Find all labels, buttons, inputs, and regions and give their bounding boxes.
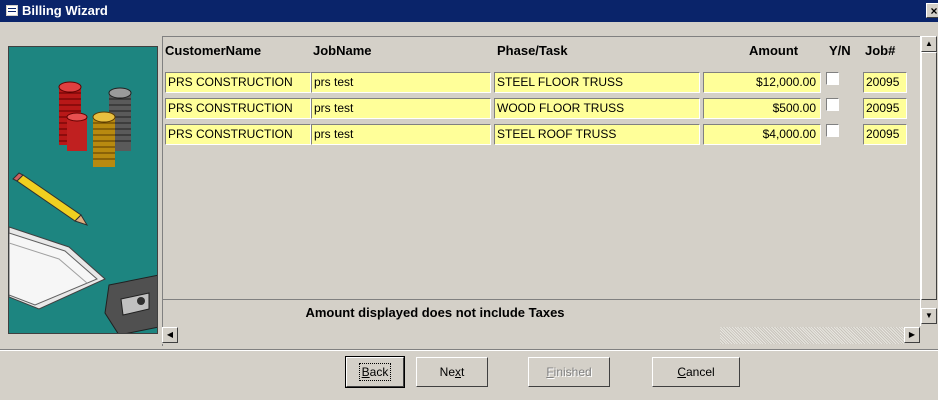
amount-field[interactable]: $12,000.00: [703, 72, 821, 93]
wizard-illustration: [8, 46, 158, 334]
next-button[interactable]: Next: [416, 357, 488, 387]
phase-task-field[interactable]: STEEL ROOF TRUSS: [494, 124, 700, 145]
close-icon[interactable]: ×: [926, 3, 938, 18]
job-name-field[interactable]: prs test: [311, 124, 491, 145]
back-label: Back: [358, 363, 392, 381]
table-row[interactable]: PRS CONSTRUCTION prs test WOOD FLOOR TRU…: [163, 95, 920, 119]
customer-name-field[interactable]: PRS CONSTRUCTION: [165, 72, 311, 93]
pencil-icon: [12, 172, 89, 226]
yn-checkbox[interactable]: [826, 98, 839, 111]
job-number-field[interactable]: 20095: [863, 72, 907, 93]
job-name-field[interactable]: prs test: [311, 98, 491, 119]
customer-name-field[interactable]: PRS CONSTRUCTION: [165, 98, 311, 119]
tax-note: Amount displayed does not include Taxes: [305, 305, 565, 320]
arrow-left-icon[interactable]: ◀: [162, 327, 178, 343]
table-row[interactable]: PRS CONSTRUCTION prs test STEEL ROOF TRU…: [163, 121, 920, 145]
table-row[interactable]: PRS CONSTRUCTION prs test STEEL FLOOR TR…: [163, 69, 920, 93]
back-button[interactable]: Back: [345, 356, 405, 388]
footer-divider: [163, 299, 920, 300]
amount-field[interactable]: $4,000.00: [703, 124, 821, 145]
arrow-up-icon[interactable]: ▲: [921, 36, 937, 52]
billing-grid: CustomerName JobName Phase/Task Amount Y…: [162, 36, 920, 346]
yn-checkbox[interactable]: [826, 72, 839, 85]
arrow-right-icon[interactable]: ▶: [904, 327, 920, 343]
header-job-name: JobName: [313, 43, 372, 58]
floppy-disk-icon: [104, 274, 157, 333]
window-title: Billing Wizard: [22, 3, 108, 18]
vertical-scroll-thumb[interactable]: [921, 52, 937, 300]
job-name-field[interactable]: prs test: [311, 72, 491, 93]
cancel-button[interactable]: Cancel: [652, 357, 740, 387]
job-number-field[interactable]: 20095: [863, 98, 907, 119]
header-job-number: Job#: [865, 43, 896, 58]
header-phase-task: Phase/Task: [497, 43, 568, 58]
yn-checkbox[interactable]: [826, 124, 839, 137]
customer-name-field[interactable]: PRS CONSTRUCTION: [165, 124, 311, 145]
phase-task-field[interactable]: STEEL FLOOR TRUSS: [494, 72, 700, 93]
title-bar: Billing Wizard ×: [0, 0, 938, 22]
form-icon: [6, 5, 18, 16]
horizontal-scrollbar[interactable]: ◀ ▶: [162, 327, 920, 344]
finished-button[interactable]: Finished: [528, 357, 610, 387]
gold-coin-stack-icon: [92, 111, 116, 167]
arrow-down-icon[interactable]: ▼: [921, 308, 937, 324]
job-number-field[interactable]: 20095: [863, 124, 907, 145]
window-divider: [0, 349, 938, 351]
header-customer-name: CustomerName: [165, 43, 262, 58]
phase-task-field[interactable]: WOOD FLOOR TRUSS: [494, 98, 700, 119]
header-amount: Amount: [749, 43, 799, 58]
red-coin-stack-icon: [58, 81, 88, 151]
horizontal-scroll-track[interactable]: [720, 327, 904, 344]
header-yn: Y/N: [829, 43, 851, 58]
horizontal-scroll-thumb[interactable]: [178, 327, 720, 344]
vertical-scrollbar[interactable]: ▲ ▼: [920, 36, 937, 326]
paper-icon: [9, 226, 106, 310]
amount-field[interactable]: $500.00: [703, 98, 821, 119]
